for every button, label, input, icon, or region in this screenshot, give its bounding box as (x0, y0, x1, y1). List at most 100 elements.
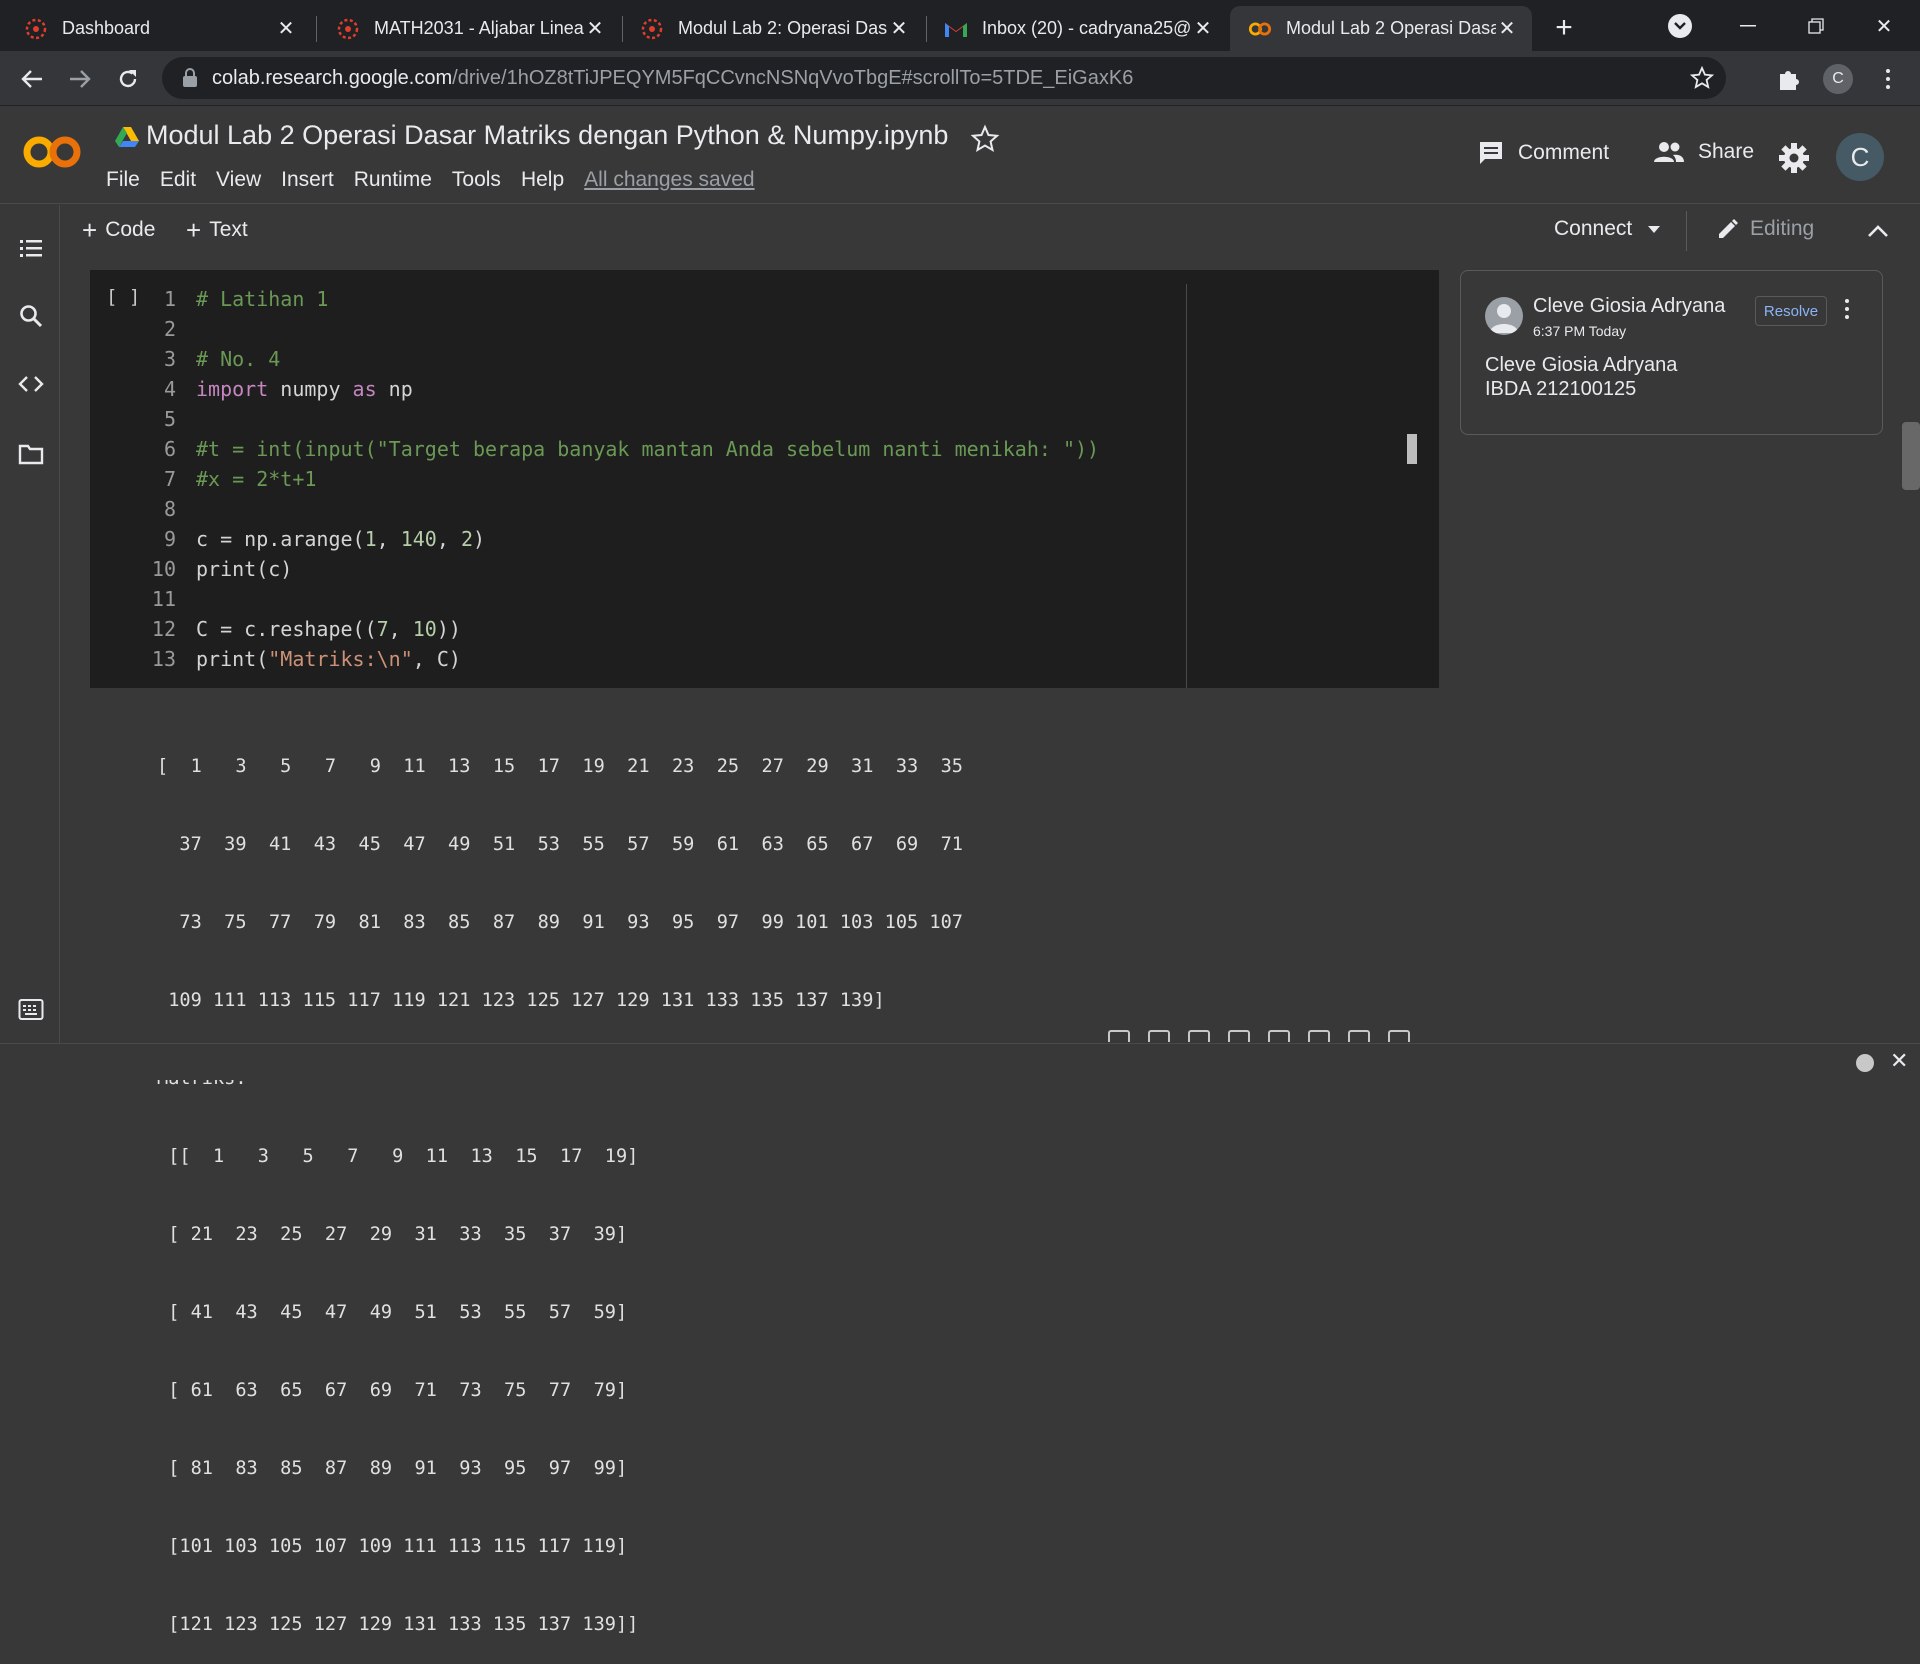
notebook-title[interactable]: Modul Lab 2 Operasi Dasar Matriks dengan… (146, 120, 948, 151)
code-line[interactable]: print("Matriks:\n", C) (196, 644, 1099, 674)
comment-button[interactable]: Comment (1478, 140, 1609, 166)
close-icon[interactable]: ✕ (275, 18, 297, 40)
restore-icon[interactable] (1796, 8, 1836, 44)
bookmark-star-icon[interactable] (1690, 66, 1714, 90)
new-tab-button[interactable]: + (1548, 11, 1580, 44)
tab-title: MATH2031 - Aljabar Linea (374, 18, 584, 38)
left-sidebar (0, 205, 60, 1043)
comment-text: Cleve Giosia Adryana (1485, 354, 1678, 376)
editing-label: Editing (1750, 217, 1815, 240)
code-snippets-icon[interactable] (18, 371, 44, 397)
status-bar: ✕ (0, 1043, 1920, 1080)
menu-insert[interactable]: Insert (281, 168, 334, 192)
browser-tab-dashboard[interactable]: Dashboard ✕ (6, 6, 311, 51)
code-line[interactable] (196, 494, 1099, 524)
collapse-header-icon[interactable] (1866, 221, 1890, 241)
google-drive-icon[interactable] (114, 126, 140, 148)
user-avatar[interactable]: C (1836, 133, 1884, 181)
settings-gear-icon[interactable] (1778, 142, 1810, 174)
menu-help[interactable]: Help (521, 168, 564, 192)
code-line[interactable]: print(c) (196, 554, 1099, 584)
add-code-button[interactable]: + Code (82, 217, 155, 243)
page-scrollbar[interactable] (1902, 422, 1920, 490)
window-close-icon[interactable]: ✕ (1864, 8, 1904, 44)
extensions-icon[interactable] (1776, 65, 1804, 93)
add-comment-icon[interactable] (1228, 1030, 1250, 1042)
code-line[interactable]: C = c.reshape((7, 10)) (196, 614, 1099, 644)
code-line[interactable]: c = np.arange(1, 140, 2) (196, 524, 1099, 554)
delete-icon[interactable] (1348, 1030, 1370, 1042)
menu-tools[interactable]: Tools (452, 168, 501, 192)
colab-header: Modul Lab 2 Operasi Dasar Matriks dengan… (0, 106, 1920, 204)
mirror-cell-icon[interactable] (1308, 1030, 1330, 1042)
line-number: 6 (163, 437, 176, 461)
resolve-button[interactable]: Resolve (1755, 296, 1827, 326)
canvas-icon (24, 17, 48, 41)
address-bar[interactable]: colab.research.google.com/drive/1hOZ8tTi… (162, 57, 1726, 99)
save-status[interactable]: All changes saved (584, 168, 754, 192)
move-up-icon[interactable] (1108, 1030, 1130, 1042)
more-icon[interactable] (1388, 1030, 1410, 1042)
close-icon[interactable]: ✕ (584, 18, 606, 40)
menu-file[interactable]: File (106, 168, 140, 192)
close-icon[interactable]: ✕ (1890, 1048, 1908, 1074)
notebook-toolbar: + Code + Text Connect Editing (60, 205, 1920, 259)
menu-edit[interactable]: Edit (160, 168, 196, 192)
files-folder-icon[interactable] (18, 441, 44, 467)
code-line[interactable]: #x = 2*t+1 (196, 464, 1099, 494)
code-line[interactable]: import numpy as np (196, 374, 1099, 404)
star-notebook-icon[interactable] (970, 124, 1000, 154)
status-indicator-icon (1856, 1054, 1874, 1072)
code-line[interactable] (196, 584, 1099, 614)
close-icon[interactable]: ✕ (1192, 18, 1214, 40)
table-of-contents-icon[interactable] (18, 235, 44, 261)
canvas-icon (336, 17, 360, 41)
minimize-icon[interactable] (1728, 8, 1768, 44)
browser-menu-icon[interactable] (1876, 64, 1900, 94)
output-line: [[ 1 3 5 7 9 11 13 15 17 19] (157, 1146, 639, 1167)
close-icon[interactable]: ✕ (888, 18, 910, 40)
browser-tab-modul-lab[interactable]: Modul Lab 2: Operasi Das ✕ (622, 6, 924, 51)
commenter-avatar (1485, 297, 1523, 335)
add-text-label: Text (209, 218, 248, 241)
browser-tab-math2031[interactable]: MATH2031 - Aljabar Linea ✕ (318, 6, 620, 51)
colab-logo[interactable] (20, 132, 84, 172)
terminal-icon[interactable] (18, 998, 44, 1022)
editor-scrollbar[interactable] (1407, 434, 1417, 464)
link-icon[interactable] (1188, 1030, 1210, 1042)
browser-tab-inbox[interactable]: Inbox (20) - cadryana25@ ✕ (926, 6, 1228, 51)
comment-more-icon[interactable] (1845, 299, 1849, 319)
menu-runtime[interactable]: Runtime (354, 168, 432, 192)
line-number: 10 (151, 557, 176, 581)
code-cell[interactable]: [ ] 1 2 3 4 5 6 7 8 9 10 11 12 13 # Lati… (90, 270, 1439, 688)
code-line[interactable] (196, 314, 1099, 344)
editing-mode-button[interactable]: Editing (1716, 217, 1814, 241)
browser-profile-avatar[interactable]: C (1823, 64, 1853, 94)
reload-icon[interactable] (112, 63, 144, 95)
comment-time: 6:37 PM Today (1533, 323, 1627, 339)
share-button[interactable]: Share (1654, 140, 1754, 164)
move-down-icon[interactable] (1148, 1030, 1170, 1042)
line-number: 4 (163, 377, 176, 401)
code-line[interactable]: # No. 4 (196, 344, 1099, 374)
browser-tab-colab-active[interactable]: Modul Lab 2 Operasi Dasa ✕ (1230, 6, 1532, 51)
add-text-button[interactable]: + Text (186, 217, 248, 243)
cell-output: [ 1 3 5 7 9 11 13 15 17 19 21 23 25 27 2… (157, 702, 963, 1664)
connect-button[interactable]: Connect (1554, 217, 1661, 241)
code-line[interactable] (196, 404, 1099, 434)
editor-ruler (1186, 284, 1187, 688)
cell-settings-icon[interactable] (1268, 1030, 1290, 1042)
output-line: [121 123 125 127 129 131 133 135 137 139… (157, 1614, 639, 1635)
code-line[interactable]: # Latihan 1 (196, 284, 1099, 314)
code-editor[interactable]: # Latihan 1 # No. 4 import numpy as np #t… (196, 284, 1099, 674)
tab-title: Modul Lab 2: Operasi Das (678, 18, 888, 38)
forward-icon[interactable] (64, 63, 96, 95)
tab-search-icon[interactable] (1668, 14, 1692, 38)
search-icon[interactable] (18, 303, 44, 329)
close-icon[interactable]: ✕ (1496, 18, 1518, 40)
output-line: [ 1 3 5 7 9 11 13 15 17 19 21 23 25 27 2… (157, 756, 963, 777)
tab-title: Inbox (20) - cadryana25@ (982, 18, 1192, 38)
back-icon[interactable] (16, 63, 48, 95)
code-line[interactable]: #t = int(input("Target berapa banyak man… (196, 434, 1099, 464)
menu-view[interactable]: View (216, 168, 261, 192)
